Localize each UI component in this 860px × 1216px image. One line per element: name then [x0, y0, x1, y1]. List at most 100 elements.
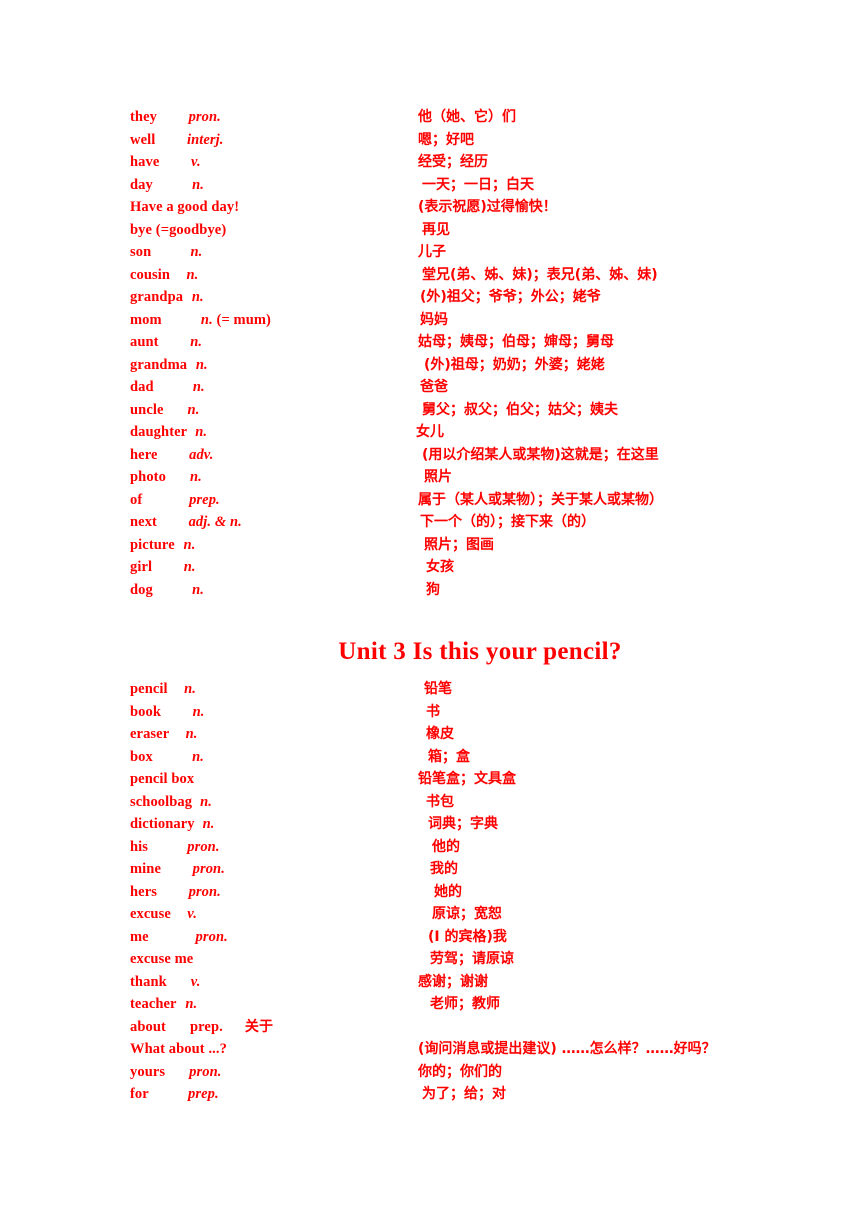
- entry-word: dog: [130, 581, 153, 598]
- entry-word: teacher: [130, 996, 177, 1012]
- entry-english: have v.: [130, 151, 201, 174]
- entry-chinese: 再见: [422, 221, 450, 238]
- entry-part-of-speech: n.: [183, 536, 196, 553]
- entry-part-of-speech: pron.: [192, 861, 225, 877]
- entry-chinese: (用以介绍某人或某物)这就是；在这里: [422, 446, 659, 463]
- entry-chinese: 经受；经历: [418, 154, 488, 170]
- entry-english: eraser n.: [130, 723, 198, 746]
- entry-chinese: 一天；一日；白天: [422, 176, 534, 193]
- entry-word: girl: [130, 559, 153, 575]
- entry-word: schoolbag: [130, 793, 193, 810]
- word-list-container: they pron. 他（她、它）们 well interj. 嗯；好吧 have v. 经受；…: [130, 106, 830, 1106]
- entry-english: hers pron.: [130, 881, 221, 904]
- vocabulary-entry: mom n. (= mum) 妈妈: [130, 309, 830, 332]
- unit3-heading-wrapper: Unit 3 Is this your pencil?: [130, 638, 830, 678]
- entry-chinese: 儿子: [418, 244, 446, 260]
- vocabulary-entry: eraser n. 橡皮: [130, 723, 830, 746]
- entry-english: mom n. (= mum): [130, 309, 271, 332]
- vocabulary-entry: pencil box 铅笔盒；文具盒: [130, 768, 830, 791]
- entry-part-of-speech: n.: [190, 334, 203, 350]
- entry-english: here adv.: [130, 444, 214, 467]
- entry-word: day: [130, 176, 153, 193]
- entry-english: son n.: [130, 241, 202, 264]
- entry-word: thank: [130, 973, 167, 990]
- entry-english: picture n.: [130, 534, 195, 557]
- vocabulary-entry: day n. 一天；一日；白天: [130, 174, 830, 197]
- entry-chinese: 书: [426, 703, 440, 720]
- vocabulary-entry: uncle n. 舅父；叔父；伯父；姑父；姨夫: [130, 399, 830, 422]
- entry-english: girl n.: [130, 556, 196, 579]
- entry-word: excuse: [130, 906, 171, 922]
- vocabulary-entry: daughter n. 女儿: [130, 421, 830, 444]
- entry-chinese: 舅父；叔父；伯父；姑父；姨夫: [422, 401, 618, 418]
- entry-english: photo n.: [130, 466, 202, 489]
- entry-word: yours: [130, 1063, 166, 1080]
- entry-english: uncle n.: [130, 399, 199, 422]
- vocabulary-entry: cousin n. 堂兄(弟、姊、妹)；表兄(弟、姊、妹): [130, 264, 830, 287]
- entry-part-of-speech: pron.: [195, 928, 228, 945]
- entry-chinese: 箱；盒: [428, 748, 470, 765]
- entry-word: have: [130, 154, 160, 170]
- entry-part-of-speech: n.: [195, 356, 208, 373]
- entry-part-of-speech: n.: [189, 469, 202, 485]
- entry-chinese: 老师；教师: [430, 996, 500, 1012]
- entry-english: teacher n.: [130, 993, 197, 1016]
- entry-word: about: [130, 1018, 166, 1035]
- entry-english: excuse v.: [130, 903, 197, 926]
- unit2-entry-list: they pron. 他（她、它）们 well interj. 嗯；好吧 have v. 经受；…: [130, 106, 830, 601]
- entry-part-of-speech: n.: [192, 703, 205, 720]
- entry-part-of-speech: n.: [187, 401, 200, 418]
- entry-chinese: 感谢；谢谢: [418, 973, 488, 990]
- entry-english: cousin n.: [130, 264, 198, 287]
- entry-part-of-speech: pron.: [187, 838, 220, 855]
- vocabulary-entry: What about ...? (询问消息或提出建议) ……怎么样？……好吗？: [130, 1038, 830, 1061]
- entry-part-of-speech: adv.: [189, 446, 214, 463]
- vocabulary-entry: teacher n. 老师；教师: [130, 993, 830, 1016]
- entry-part-of-speech: n.: [191, 289, 204, 305]
- entry-part-of-speech: pron.: [188, 109, 221, 125]
- entry-part-of-speech: n.: [202, 816, 215, 832]
- vocabulary-entry: well interj. 嗯；好吧: [130, 129, 830, 152]
- heading-spacer: [130, 601, 830, 638]
- vocabulary-entry: his pron. 他的: [130, 836, 830, 859]
- entry-english: aunt n.: [130, 331, 202, 354]
- entry-english: dog n.: [130, 579, 204, 602]
- entry-part-of-speech: n.: [195, 424, 208, 440]
- entry-part-of-speech: pron.: [188, 883, 221, 900]
- entry-part-of-speech: v.: [187, 906, 197, 922]
- entry-part-of-speech: pron.: [189, 1063, 222, 1080]
- entry-word: bye (=goodbye): [130, 221, 227, 238]
- entry-word: excuse me: [130, 951, 194, 967]
- entry-chinese: (外)祖母；奶奶；外婆；姥姥: [424, 356, 605, 373]
- entry-english: about prep. 关于: [130, 1016, 273, 1039]
- vocabulary-entry: bye (=goodbye) 再见: [130, 219, 830, 242]
- entry-word: Have a good day!: [130, 199, 240, 215]
- entry-english: What about ...?: [130, 1038, 227, 1061]
- entry-part-of-speech: n.: [200, 793, 213, 810]
- unit3-entry-list: pencil n. 铅笔 book n. 书 eraser n. 橡皮 box n. 箱；盒 penci…: [130, 678, 830, 1106]
- entry-word: aunt: [130, 334, 159, 350]
- entry-english: of prep.: [130, 489, 220, 512]
- entry-chinese: 狗: [426, 581, 440, 598]
- entry-chinese: 他（她、它）们: [418, 109, 516, 125]
- entry-chinese-inline: 关于: [244, 1018, 274, 1035]
- entry-english: me pron.: [130, 926, 228, 949]
- entry-word: son: [130, 244, 152, 260]
- vocabulary-entry: yours pron. 你的；你们的: [130, 1061, 830, 1084]
- entry-english: pencil n.: [130, 678, 196, 701]
- entry-chinese: 原谅；宽恕: [432, 906, 502, 922]
- entry-chinese: 爸爸: [420, 379, 448, 395]
- entry-part-of-speech: n.: [184, 681, 196, 697]
- entry-chinese: 照片: [424, 469, 452, 485]
- entry-english: mine pron.: [130, 858, 225, 881]
- entry-part-of-speech: n.: [192, 379, 205, 395]
- vocabulary-entry: about prep. 关于: [130, 1016, 830, 1039]
- entry-chinese: 你的；你们的: [418, 1063, 502, 1080]
- vocabulary-entry: me pron. (I 的宾格)我: [130, 926, 830, 949]
- entry-chinese: 下一个（的）；接下来（的）: [420, 514, 595, 530]
- vocabulary-entry: grandma n. (外)祖母；奶奶；外婆；姥姥: [130, 354, 830, 377]
- entry-part-of-speech: n.: [192, 176, 204, 193]
- entry-english: bye (=goodbye): [130, 219, 226, 242]
- entry-part-of-speech: n.: [192, 748, 204, 765]
- entry-word: dad: [130, 379, 154, 395]
